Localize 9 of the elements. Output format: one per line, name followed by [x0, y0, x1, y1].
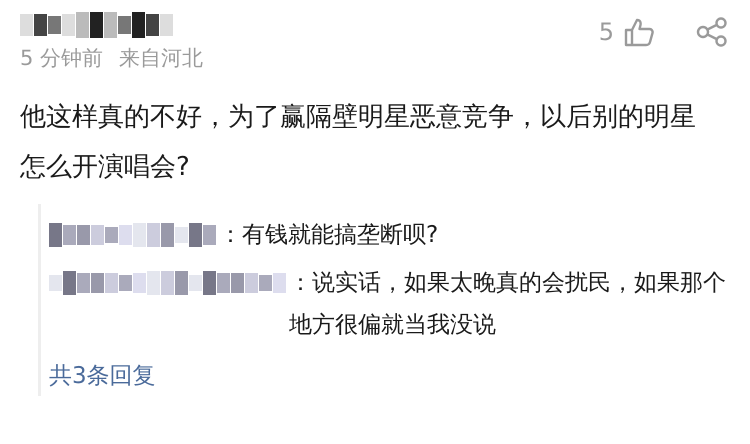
- comment-location: 来自河北: [119, 45, 204, 72]
- comment-text: 他这样真的不好，为了赢隔壁明星恶意竞争，以后别的明星怎么开演唱会?: [20, 101, 697, 184]
- more-replies-link[interactable]: 共3条回复: [49, 356, 156, 396]
- like-count: 5: [598, 17, 614, 48]
- thumbs-up-icon[interactable]: [624, 17, 656, 47]
- reply-text: ：有钱就能搞垄断呗?: [219, 221, 438, 250]
- share-icon[interactable]: [696, 17, 728, 47]
- comment-time: 5 分钟前: [20, 45, 104, 72]
- reply-text: ：说实话，如果太晚真的会扰民，如果那个地方很偏就当我没说: [289, 269, 727, 340]
